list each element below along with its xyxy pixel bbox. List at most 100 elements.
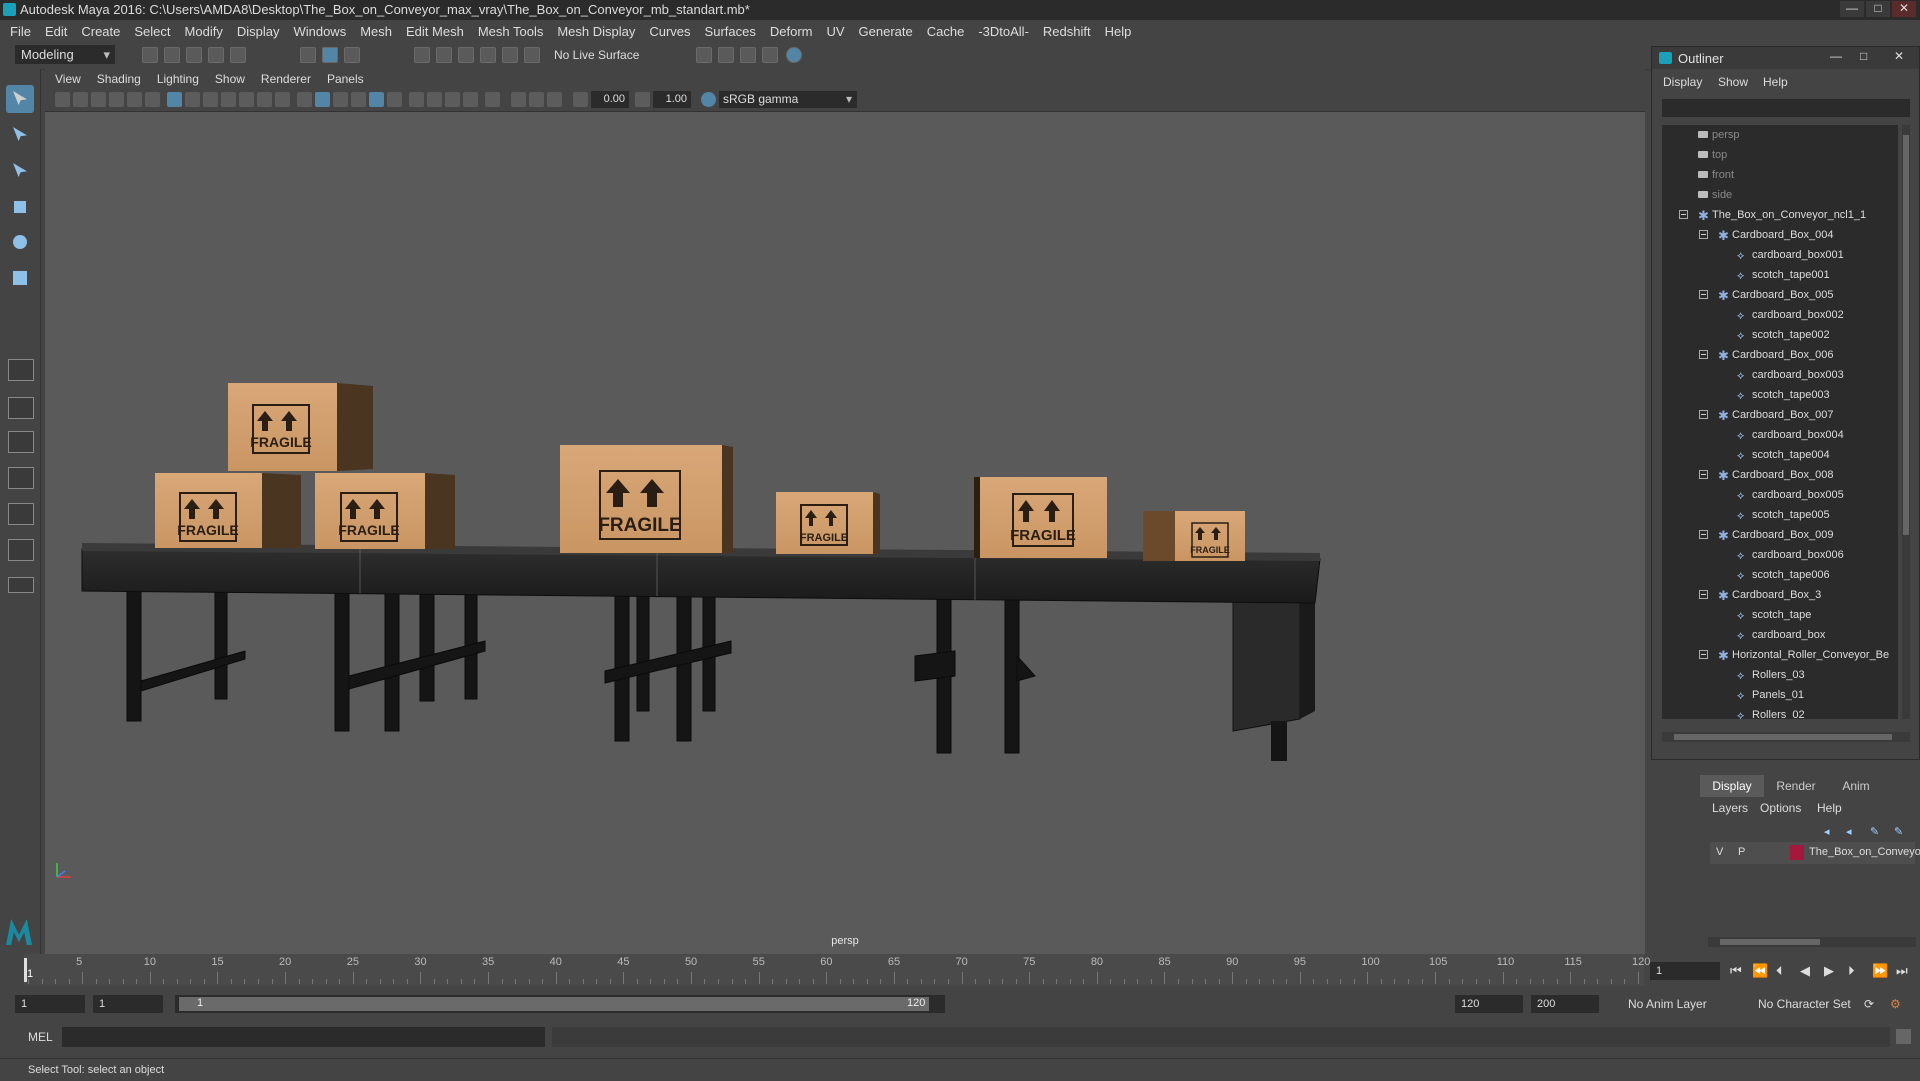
step-forward-key-icon[interactable]: ⏩ (1872, 963, 1888, 979)
anim-layer-dropdown[interactable]: No Anim Layer (1628, 995, 1707, 1013)
menu-redshift[interactable]: Redshift (1043, 24, 1091, 39)
two-d-pan-icon[interactable] (127, 92, 142, 107)
auto-key-icon[interactable]: ⟳ (1864, 995, 1874, 1013)
outliner-item-mesh[interactable]: ⟡ cardboard_box002 (1662, 305, 1898, 325)
smooth-shade-icon[interactable] (315, 92, 330, 107)
layer-playback-toggle[interactable]: P (1738, 846, 1745, 858)
select-tool-icon[interactable] (6, 85, 34, 113)
outliner-item-mesh[interactable]: ⟡ cardboard_box (1662, 625, 1898, 645)
resolution-gate-icon[interactable] (203, 92, 218, 107)
tab-anim[interactable]: Anim (1828, 775, 1884, 797)
image-plane-icon[interactable] (109, 92, 124, 107)
viewport-menu-renderer[interactable]: Renderer (261, 72, 311, 86)
save-scene-icon[interactable] (186, 47, 202, 63)
outliner-item-mesh[interactable]: ⟡ scotch_tape005 (1662, 505, 1898, 525)
anim-end-field[interactable]: 200 (1531, 995, 1599, 1013)
xray-active-icon[interactable] (529, 92, 544, 107)
outliner-menu-display[interactable]: Display (1663, 75, 1702, 89)
layer-color-swatch[interactable] (1790, 845, 1804, 860)
collapse-toggle[interactable] (1699, 410, 1708, 419)
snap-point-icon[interactable] (458, 47, 474, 63)
viewport-menu-lighting[interactable]: Lighting (157, 72, 199, 86)
minimize-button[interactable]: — (1840, 1, 1864, 17)
outliner-item-mesh[interactable]: ⟡ scotch_tape003 (1662, 385, 1898, 405)
hypershade-icon[interactable] (786, 47, 802, 63)
go-to-end-icon[interactable]: ⏭ (1896, 963, 1908, 979)
collapse-toggle[interactable] (1679, 210, 1688, 219)
film-gate-icon[interactable] (185, 92, 200, 107)
menu-curves[interactable]: Curves (649, 24, 690, 39)
outliner-item-front[interactable]: front (1662, 165, 1898, 185)
step-forward-frame-icon[interactable]: ⏵ (1848, 963, 1855, 979)
snap-live-icon[interactable] (524, 47, 540, 63)
exposure-icon[interactable] (573, 92, 588, 107)
layer-menu-options[interactable]: Options (1760, 801, 1801, 815)
isolate-select-icon[interactable] (485, 92, 500, 107)
camera-attributes-icon[interactable] (73, 92, 88, 107)
select-component-icon[interactable] (344, 47, 360, 63)
safe-title-icon[interactable] (275, 92, 290, 107)
outliner-item-mesh[interactable]: ⟡ scotch_tape (1662, 605, 1898, 625)
new-layer-selected-icon[interactable]: ✎ (1894, 825, 1908, 838)
outliner-menu-help[interactable]: Help (1763, 75, 1788, 89)
shadows-icon[interactable] (409, 92, 424, 107)
safe-action-icon[interactable] (257, 92, 272, 107)
color-management-icon[interactable] (701, 92, 716, 107)
undo-icon[interactable] (208, 47, 224, 63)
select-hierarchy-icon[interactable] (300, 47, 316, 63)
motion-blur-icon[interactable] (445, 92, 460, 107)
outliner-item-mesh[interactable]: ⟡ scotch_tape004 (1662, 445, 1898, 465)
close-button[interactable]: ✕ (1892, 1, 1916, 17)
layer-horizontal-scrollbar[interactable] (1708, 937, 1916, 947)
layer-menu-layers[interactable]: Layers (1712, 801, 1748, 815)
render-frame-icon[interactable] (718, 47, 734, 63)
render-view-icon[interactable] (696, 47, 712, 63)
snap-view-icon[interactable] (480, 47, 496, 63)
outliner-menu-show[interactable]: Show (1718, 75, 1748, 89)
gamma-field[interactable]: 1.00 (653, 91, 691, 108)
rotate-tool-icon[interactable] (6, 229, 34, 257)
xray-joints-icon[interactable] (547, 92, 562, 107)
menu-mesh-display[interactable]: Mesh Display (557, 24, 635, 39)
end-time-field[interactable]: 120 (1455, 995, 1523, 1013)
menu-windows[interactable]: Windows (293, 24, 346, 39)
menu-edit-mesh[interactable]: Edit Mesh (406, 24, 464, 39)
menu-deform[interactable]: Deform (770, 24, 813, 39)
layer-row[interactable]: V P The_Box_on_Conveyor (1710, 842, 1920, 864)
gate-mask-icon[interactable] (221, 92, 236, 107)
outliner-item-mesh[interactable]: ⟡ Panels_01 (1662, 685, 1898, 705)
outliner-maximize-button[interactable]: □ (1860, 49, 1867, 63)
collapse-toggle[interactable] (1699, 290, 1708, 299)
anti-aliasing-icon[interactable] (463, 92, 478, 107)
menu-display[interactable]: Display (237, 24, 280, 39)
use-all-lights-icon[interactable] (387, 92, 402, 107)
menu-file[interactable]: File (10, 24, 31, 39)
viewport-menu-view[interactable]: View (55, 72, 81, 86)
ipr-render-icon[interactable] (740, 47, 756, 63)
select-camera-icon[interactable] (55, 92, 70, 107)
outliner-item-side[interactable]: side (1662, 185, 1898, 205)
paint-select-tool-icon[interactable] (6, 157, 34, 185)
wireframe-on-shaded-icon[interactable] (351, 92, 366, 107)
outliner-search-input[interactable] (1662, 99, 1910, 117)
new-scene-icon[interactable] (142, 47, 158, 63)
viewport-menu-shading[interactable]: Shading (97, 72, 141, 86)
menu-surfaces[interactable]: Surfaces (705, 24, 756, 39)
layer-menu-help[interactable]: Help (1817, 801, 1842, 815)
outliner-item-mesh[interactable]: ⟡ cardboard_box001 (1662, 245, 1898, 265)
collapse-toggle[interactable] (1699, 530, 1708, 539)
tab-render[interactable]: Render (1764, 775, 1828, 797)
time-ruler[interactable]: 1 5 10 15 20 25 30 35 40 45 50 55 60 65 70 75 80 85 90 95 1… (24, 954, 1650, 986)
persp-graph-layout-icon[interactable] (8, 467, 34, 489)
scale-tool-icon[interactable] (6, 265, 34, 293)
outliner-item-mesh[interactable]: ⟡ cardboard_box006 (1662, 545, 1898, 565)
collapse-toggle[interactable] (1699, 590, 1708, 599)
outliner-item-root-group[interactable]: ✱ The_Box_on_Conveyor_ncl1_1 (1662, 205, 1898, 225)
new-layer-icon[interactable]: ✎ (1870, 825, 1884, 838)
move-layer-up-icon[interactable]: ◂ (1824, 825, 1838, 838)
outliner-vertical-scrollbar[interactable] (1902, 125, 1910, 719)
grid-icon[interactable] (167, 92, 182, 107)
view-transform-dropdown[interactable]: sRGB gamma (719, 91, 857, 108)
move-layer-down-icon[interactable]: ◂ (1846, 825, 1860, 838)
menu-modify[interactable]: Modify (185, 24, 223, 39)
